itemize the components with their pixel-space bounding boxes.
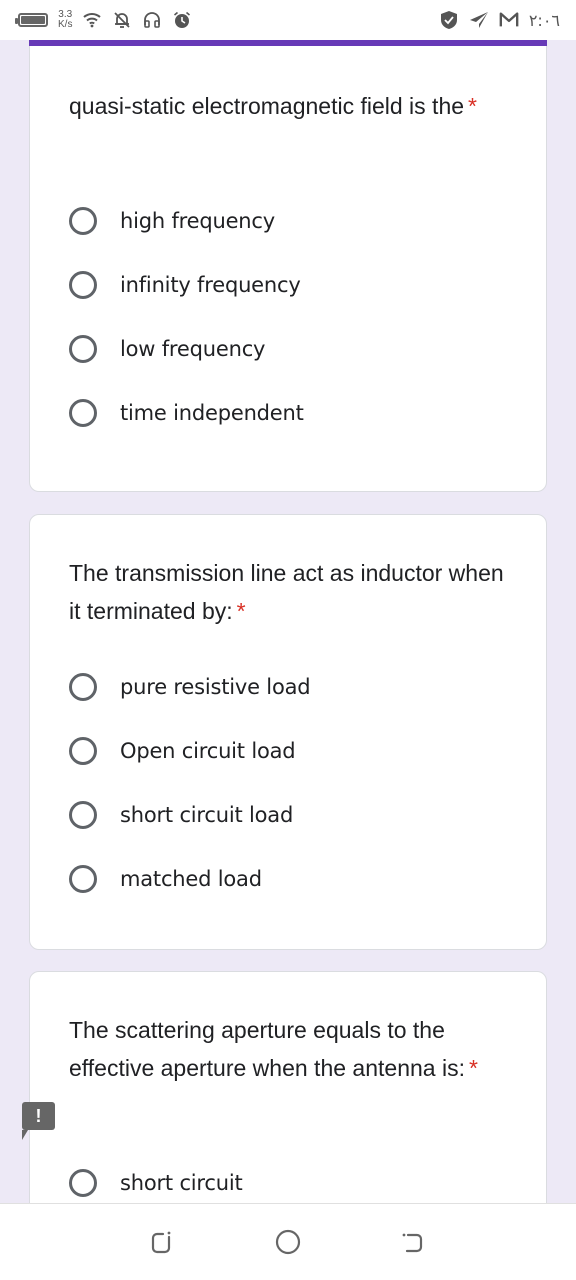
navigation-bar bbox=[0, 1203, 576, 1280]
option-label: high frequency bbox=[120, 209, 275, 233]
alarm-icon bbox=[172, 10, 192, 30]
option-label: short circuit bbox=[120, 1171, 243, 1195]
option-infinity-frequency[interactable]: infinity frequency bbox=[69, 253, 526, 317]
home-button[interactable] bbox=[268, 1222, 308, 1262]
back-button[interactable] bbox=[393, 1222, 433, 1262]
option-label: matched load bbox=[120, 867, 262, 891]
radio-button[interactable] bbox=[69, 737, 97, 765]
option-label: time independent bbox=[120, 401, 304, 425]
question-text: The transmission line act as inductor wh… bbox=[69, 560, 504, 624]
question-title: quasi-static electromagnetic field is th… bbox=[69, 87, 506, 125]
option-open-circuit-load[interactable]: Open circuit load bbox=[69, 719, 526, 783]
radio-button[interactable] bbox=[69, 399, 97, 427]
gmail-icon bbox=[499, 10, 519, 30]
wifi-icon bbox=[82, 10, 102, 30]
question-text: The scattering aperture equals to the ef… bbox=[69, 1017, 465, 1081]
network-speed-unit: K/s bbox=[58, 19, 73, 30]
exclamation-icon: ! bbox=[35, 1105, 42, 1126]
telegram-icon bbox=[469, 10, 489, 30]
question-title: The transmission line act as inductor wh… bbox=[69, 554, 506, 630]
question-card: quasi-static electromagnetic field is th… bbox=[29, 40, 547, 492]
shield-check-icon bbox=[439, 10, 459, 30]
option-time-independent[interactable]: time independent bbox=[69, 381, 526, 445]
status-bar-left: 3.3 K/s bbox=[15, 10, 192, 30]
required-asterisk: * bbox=[468, 1055, 478, 1081]
question-card: The scattering aperture equals to the ef… bbox=[29, 971, 547, 1203]
battery-icon bbox=[15, 13, 48, 27]
form-accent-bar bbox=[29, 40, 547, 46]
option-label: pure resistive load bbox=[120, 675, 311, 699]
feedback-button[interactable]: ! bbox=[22, 1102, 55, 1140]
radio-button[interactable] bbox=[69, 207, 97, 235]
headphones-icon bbox=[142, 10, 162, 30]
option-label: Open circuit load bbox=[120, 739, 296, 763]
option-label: low frequency bbox=[120, 337, 266, 361]
status-bar: 3.3 K/s ٢:٠٦ bbox=[0, 0, 576, 40]
required-asterisk: * bbox=[468, 93, 477, 119]
option-high-frequency[interactable]: high frequency bbox=[69, 189, 526, 253]
option-label: infinity frequency bbox=[120, 273, 301, 297]
radio-button[interactable] bbox=[69, 1169, 97, 1197]
options-list: short circuit bbox=[69, 1151, 526, 1203]
bell-off-icon bbox=[112, 10, 132, 30]
back-icon bbox=[402, 1233, 423, 1253]
required-asterisk: * bbox=[236, 598, 246, 624]
option-low-frequency[interactable]: low frequency bbox=[69, 317, 526, 381]
radio-button[interactable] bbox=[69, 335, 97, 363]
question-title: The scattering aperture equals to the ef… bbox=[69, 1011, 506, 1087]
question-card: The transmission line act as inductor wh… bbox=[29, 514, 547, 950]
option-label: short circuit load bbox=[120, 803, 294, 827]
option-short-circuit[interactable]: short circuit bbox=[69, 1151, 526, 1203]
option-pure-resistive-load[interactable]: pure resistive load bbox=[69, 655, 526, 719]
option-matched-load[interactable]: matched load bbox=[69, 847, 526, 911]
home-icon bbox=[275, 1229, 301, 1255]
recents-icon bbox=[151, 1231, 171, 1254]
radio-button[interactable] bbox=[69, 801, 97, 829]
radio-button[interactable] bbox=[69, 865, 97, 893]
options-list: pure resistive load Open circuit load sh… bbox=[69, 655, 526, 911]
radio-button[interactable] bbox=[69, 271, 97, 299]
recents-button[interactable] bbox=[143, 1222, 183, 1262]
options-list: high frequency infinity frequency low fr… bbox=[69, 189, 526, 445]
clock: ٢:٠٦ bbox=[528, 10, 560, 30]
form-content[interactable]: quasi-static electromagnetic field is th… bbox=[0, 40, 576, 1203]
radio-button[interactable] bbox=[69, 673, 97, 701]
network-speed: 3.3 K/s bbox=[58, 10, 72, 30]
status-bar-right: ٢:٠٦ bbox=[439, 10, 560, 30]
option-short-circuit-load[interactable]: short circuit load bbox=[69, 783, 526, 847]
question-text: quasi-static electromagnetic field is th… bbox=[69, 93, 465, 119]
